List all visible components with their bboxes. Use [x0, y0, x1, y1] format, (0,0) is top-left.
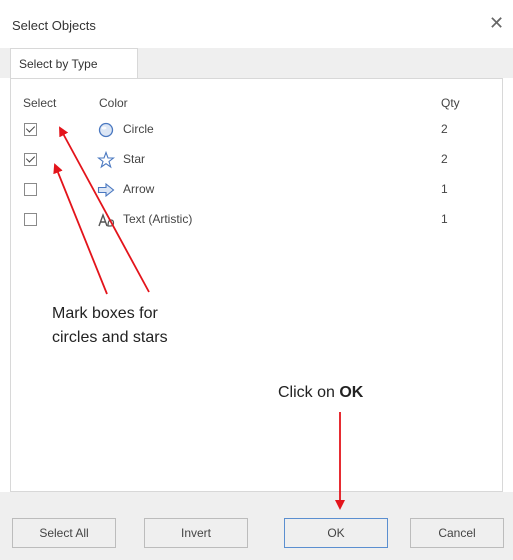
- annotation-arrows: [53, 126, 345, 510]
- annotation-arrow-to-star: [53, 163, 108, 295]
